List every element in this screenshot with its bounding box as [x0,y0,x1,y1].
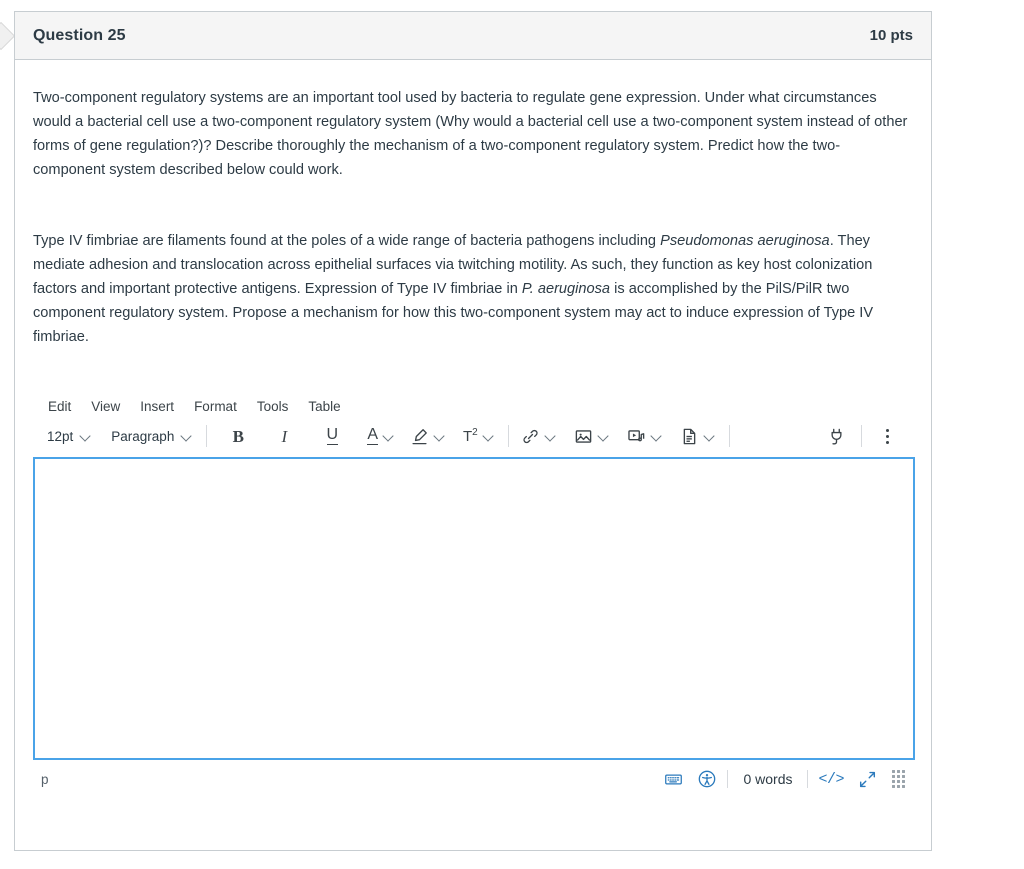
document-dropdown[interactable] [677,422,720,450]
html-code-icon: </> [818,770,844,788]
chevron-down-icon [482,430,495,443]
text-color-icon: A [367,426,378,445]
question-title: Question 25 [33,26,126,44]
superscript-icon: T2 [463,427,478,445]
underline-button[interactable]: U [316,422,348,450]
more-options-button[interactable] [871,422,903,450]
accessibility-icon [697,769,717,789]
chevron-down-icon [544,430,557,443]
question-card: Question 25 10 pts Two-component regulat… [14,11,932,851]
chevron-down-icon [433,430,446,443]
question-header: Question 25 10 pts [15,12,931,60]
word-count[interactable]: 0 words [731,771,804,787]
italic-icon: I [281,426,288,446]
question-points: 10 pts [869,27,913,44]
editor-content-area[interactable] [33,457,915,760]
document-icon [680,427,699,446]
block-format-value: Paragraph [111,428,175,444]
editor-toolbar: 12pt Paragraph B I U A T2 [33,419,915,453]
chevron-down-icon [650,430,663,443]
chevron-down-icon [597,430,610,443]
toolbar-divider [206,425,208,447]
text-color-dropdown[interactable]: A [364,422,399,450]
html-editor-button[interactable]: </> [811,766,851,792]
link-icon [521,427,540,446]
keyboard-icon [664,770,683,789]
block-format-dropdown[interactable]: Paragraph [104,422,197,450]
editor-menubar: Edit View Insert Format Tools Table [33,391,915,419]
menu-edit[interactable]: Edit [40,396,79,417]
menu-view[interactable]: View [83,396,128,417]
menu-table[interactable]: Table [300,396,348,417]
question-prompt-paragraph-1: Two-component regulatory systems are an … [33,90,908,178]
question-prompt-paragraph-2: Type IV fimbriae are filaments found at … [33,233,874,345]
accessibility-checker-button[interactable] [690,766,724,792]
menu-format[interactable]: Format [186,396,245,417]
bold-icon: B [232,426,244,446]
highlight-color-dropdown[interactable] [407,422,450,450]
underline-icon: U [326,426,339,445]
expand-arrows-icon [858,770,877,789]
editor-statusbar: p 0 words </> [33,760,915,798]
statusbar-divider [807,770,809,788]
menu-tools[interactable]: Tools [249,396,297,417]
media-icon [627,427,646,446]
chevron-down-icon [180,430,193,443]
editor-resize-handle[interactable] [892,770,905,788]
font-size-value: 12pt [47,428,74,444]
keyboard-shortcuts-button[interactable] [657,766,690,792]
chevron-down-icon [79,430,92,443]
kebab-menu-icon [885,425,889,447]
question-body: Two-component regulatory systems are an … [15,60,931,798]
plug-icon [827,427,846,446]
font-size-dropdown[interactable]: 12pt [40,422,96,450]
collapsed-question-marker-icon [0,21,16,51]
toolbar-divider [728,425,730,447]
highlighter-pen-icon [410,427,429,446]
element-path: p [41,771,49,787]
rich-content-editor: Edit View Insert Format Tools Table 12pt… [33,391,915,798]
italic-button[interactable]: I [268,422,300,450]
apps-plugin-button[interactable] [820,422,852,450]
toolbar-divider [861,425,862,447]
fullscreen-button[interactable] [851,766,884,792]
menu-insert[interactable]: Insert [132,396,182,417]
image-dropdown[interactable] [571,422,614,450]
chevron-down-icon [703,430,716,443]
media-dropdown[interactable] [624,422,667,450]
chevron-down-icon [382,430,395,443]
link-dropdown[interactable] [518,422,561,450]
image-icon [574,427,593,446]
toolbar-divider [507,425,509,447]
superscript-dropdown[interactable]: T2 [460,422,499,450]
bold-button[interactable]: B [222,422,254,450]
statusbar-divider [727,770,729,788]
